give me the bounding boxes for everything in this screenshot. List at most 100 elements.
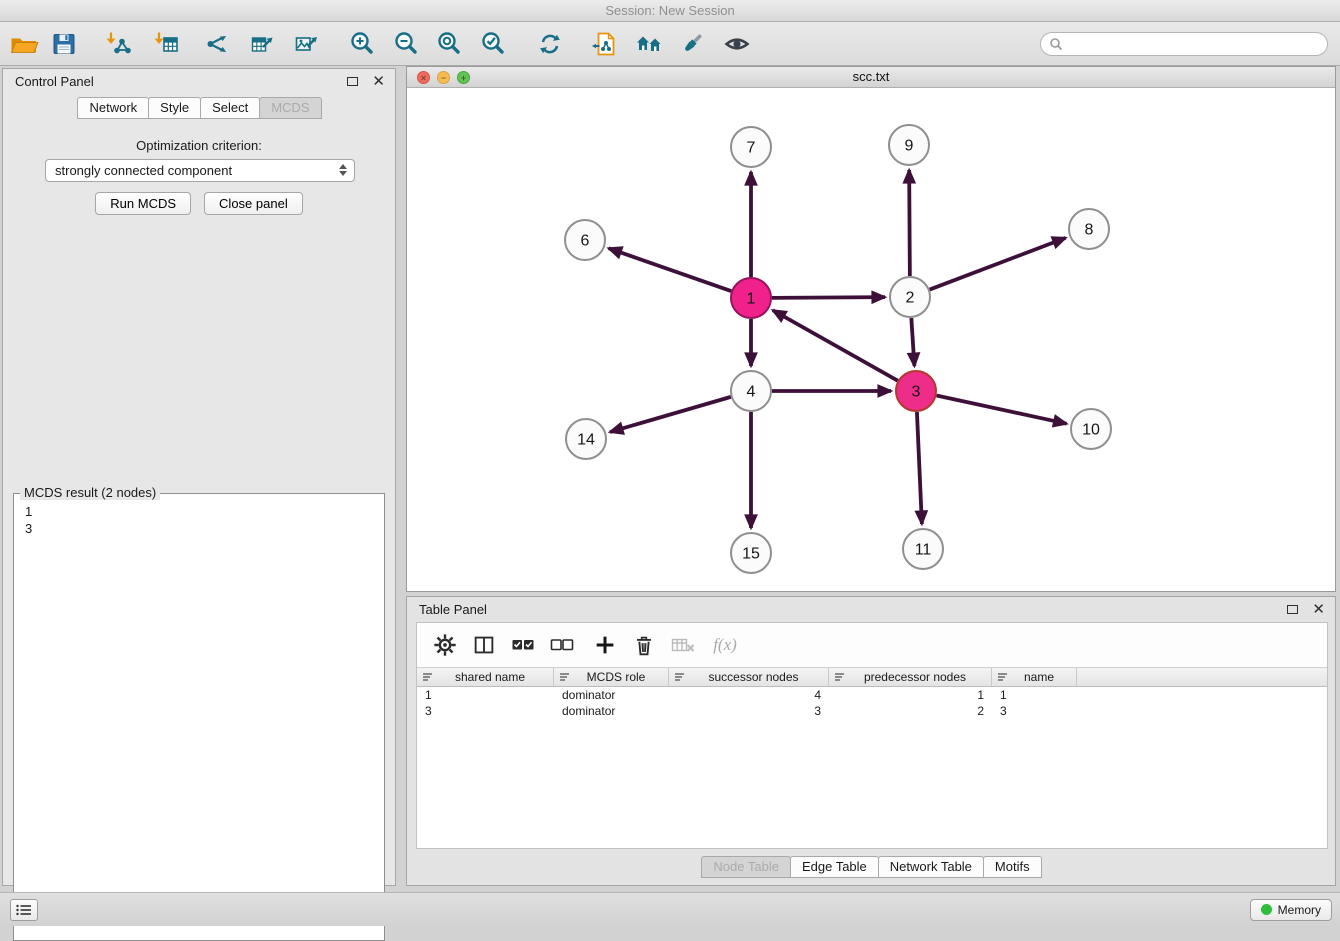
node-8[interactable]: 8 [1069,209,1109,249]
mcds-buttons-row: Run MCDS Close panel [3,192,395,215]
edge-2-9[interactable] [909,170,910,276]
table-row[interactable]: 3dominator323 [417,703,1327,719]
deselect-all-icon [548,632,576,658]
minimize-window-button[interactable]: − [437,71,450,84]
new-network-button[interactable] [200,26,236,62]
tab-select[interactable]: Select [200,97,260,119]
cell-name[interactable]: 1 [992,687,1077,703]
tab-network-table[interactable]: Network Table [878,856,984,878]
zoom-in-button[interactable] [344,26,380,62]
node-15[interactable]: 15 [731,533,771,573]
column-header-shared-name[interactable]: shared name [417,668,554,686]
node-11[interactable]: 11 [903,529,943,569]
node-label: 11 [915,542,932,559]
table-row[interactable]: 1dominator411 [417,687,1327,703]
apply-layout-button[interactable] [532,26,568,62]
node-10[interactable]: 10 [1071,409,1111,449]
edge-4-14[interactable] [610,397,731,432]
save-session-button[interactable] [46,26,82,62]
table-panel-header: Table Panel ✕ [407,597,1335,622]
run-mcds-button[interactable]: Run MCDS [95,192,191,215]
control-panel-header: Control Panel ✕ [3,69,395,94]
cell-successor-nodes[interactable]: 4 [669,687,829,703]
add-row-button[interactable] [591,631,619,659]
tab-style[interactable]: Style [148,97,201,119]
network-view[interactable]: 7 9 6 8 1 2 4 3 14 10 15 11 [407,88,1335,591]
cell-predecessor-nodes[interactable]: 2 [829,703,992,719]
column-header-mcds-role[interactable]: MCDS role [554,668,669,686]
node-2[interactable]: 2 [890,277,930,317]
tab-edge-table[interactable]: Edge Table [790,856,879,878]
columns-icon [471,632,497,658]
node-9[interactable]: 9 [889,125,929,165]
cell-shared-name[interactable]: 1 [417,687,554,703]
node-7[interactable]: 7 [731,127,771,167]
column-header-successor-nodes[interactable]: successor nodes [669,668,829,686]
column-header-name[interactable]: name [992,668,1077,686]
tab-mcds[interactable]: MCDS [259,97,321,119]
control-panel-title: Control Panel [15,74,347,89]
tab-motifs[interactable]: Motifs [983,856,1042,878]
tab-node-table[interactable]: Node Table [701,856,791,878]
zoom-selected-button[interactable] [475,26,511,62]
delete-row-button[interactable] [630,631,658,659]
import-network-button[interactable] [100,26,136,62]
optimization-label: Optimization criterion: [3,138,395,153]
import-table-button[interactable] [148,26,184,62]
network-canvas[interactable]: 7 9 6 8 1 2 4 3 14 10 15 11 [407,88,1335,591]
plus-icon [592,632,618,658]
show-graphics-details-button[interactable] [719,26,755,62]
node-4[interactable]: 4 [731,371,771,411]
zoom-window-button[interactable]: + [457,71,470,84]
network-window-titlebar[interactable]: ×−+ scc.txt [407,67,1335,88]
export-table-button[interactable] [244,26,280,62]
zoom-out-button[interactable] [388,26,424,62]
optimization-select[interactable]: strongly connected component [45,159,355,182]
deselect-all-button[interactable] [548,631,576,659]
export-image-button[interactable] [288,26,324,62]
float-panel-icon[interactable] [347,77,358,86]
node-1[interactable]: 1 [731,278,771,318]
network-window-title: scc.txt [407,67,1335,87]
window-titlebar[interactable]: Session: New Session [0,0,1340,22]
apply-style-button[interactable] [674,26,710,62]
edge-2-3[interactable] [911,318,914,366]
home-views-button[interactable] [631,26,667,62]
open-session-button[interactable] [6,26,42,62]
network-document-button[interactable] [587,26,623,62]
mcds-result-line: 1 [25,503,373,520]
float-table-panel-icon[interactable] [1287,605,1298,614]
edge-3-1[interactable] [773,310,898,380]
node-3[interactable]: 3 [896,371,936,411]
memory-button[interactable]: Memory [1250,899,1332,921]
close-table-panel-icon[interactable]: ✕ [1312,604,1325,616]
table-settings-button[interactable] [431,631,459,659]
cell-successor-nodes[interactable]: 3 [669,703,829,719]
select-all-button[interactable] [509,631,537,659]
cell-mcds-role[interactable]: dominator [554,687,669,703]
edge-1-2[interactable] [772,297,885,298]
node-14[interactable]: 14 [566,419,606,459]
edge-1-6[interactable] [609,248,732,291]
edge-2-8[interactable] [930,238,1066,290]
show-columns-button[interactable] [470,631,498,659]
cell-predecessor-nodes[interactable]: 1 [829,687,992,703]
edge-3-10[interactable] [937,395,1067,423]
tab-network[interactable]: Network [77,97,149,119]
edge-3-11[interactable] [917,412,922,524]
node-6[interactable]: 6 [565,220,605,260]
search-input[interactable] [1069,37,1319,51]
column-header-predecessor-nodes[interactable]: predecessor nodes [829,668,992,686]
cell-shared-name[interactable]: 3 [417,703,554,719]
close-panel-icon[interactable]: ✕ [372,76,385,88]
select-stepper-icon [339,164,347,176]
zoom-fit-button[interactable] [431,26,467,62]
delete-table-button[interactable] [669,631,697,659]
apply-function-button[interactable]: f(x) [708,631,742,659]
close-panel-button[interactable]: Close panel [204,192,303,215]
close-window-button[interactable]: × [417,71,430,84]
task-history-button[interactable] [10,899,38,921]
cell-mcds-role[interactable]: dominator [554,703,669,719]
cell-name[interactable]: 3 [992,703,1077,719]
toolbar-search[interactable] [1040,32,1328,56]
